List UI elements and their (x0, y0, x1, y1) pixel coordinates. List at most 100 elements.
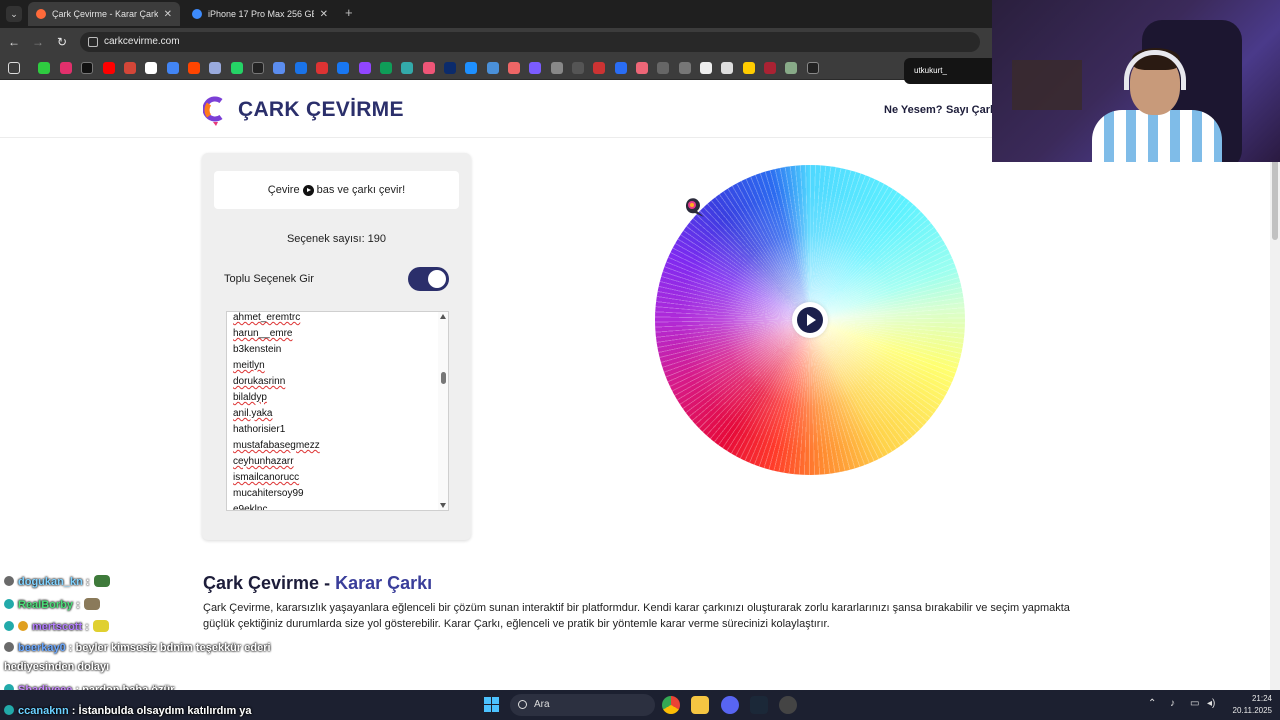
discord-icon[interactable] (721, 696, 739, 714)
bookmark-icon[interactable] (60, 62, 72, 74)
chat-badge-icon (4, 576, 14, 586)
list-item: b3kenstein (233, 344, 282, 355)
app-icon[interactable] (779, 696, 797, 714)
clock-date: 20.11.2025 (1232, 706, 1272, 715)
section-title: Çark Çevirme - Karar Çarkı (203, 573, 432, 594)
display-icon[interactable]: ▭ (1190, 698, 1199, 709)
scroll-down-icon[interactable] (440, 503, 446, 508)
wheel-pointer-icon (685, 198, 704, 217)
instruction-text-after: bas ve çarkı çevir! (316, 184, 406, 196)
bookmark-icon[interactable] (401, 62, 413, 74)
chat-text: hediyesinden dolayı (4, 661, 110, 673)
bookmark-icon[interactable] (785, 62, 797, 74)
bookmark-icon[interactable] (743, 62, 755, 74)
tab-search-dropdown-icon[interactable]: ⌄ (6, 6, 22, 22)
bookmark-icon[interactable] (103, 62, 115, 74)
bookmark-icon[interactable] (636, 62, 648, 74)
bookmark-icon[interactable] (487, 62, 499, 74)
steam-icon[interactable] (750, 696, 768, 714)
bookmark-icon[interactable] (679, 62, 691, 74)
tray-chevron-icon[interactable]: ⌃ (1148, 698, 1156, 709)
bookmark-icon[interactable] (167, 62, 179, 74)
wheel-hub (792, 302, 828, 338)
list-scrollbar[interactable] (438, 312, 448, 510)
nav-link-ne-yesem[interactable]: Ne Yesem? (884, 104, 943, 116)
close-tab-icon[interactable]: ✕ (320, 9, 328, 20)
bookmark-icon[interactable] (551, 62, 563, 74)
options-panel: Çevire bas ve çarkı çevir! Seçenek sayıs… (202, 153, 471, 540)
bookmark-icon[interactable] (380, 62, 392, 74)
favicon-icon (36, 9, 46, 19)
back-icon[interactable]: ← (6, 34, 22, 50)
forward-icon[interactable]: → (30, 34, 46, 50)
apps-icon[interactable] (8, 62, 20, 74)
bookmark-icon[interactable] (188, 62, 200, 74)
bookmark-icon[interactable] (721, 62, 733, 74)
options-textarea[interactable]: ahmet_eremtrc harun__emre b3kenstein mei… (226, 311, 449, 511)
file-explorer-icon[interactable] (691, 696, 709, 714)
spin-instruction: Çevire bas ve çarkı çevir! (214, 171, 459, 209)
bookmark-icon[interactable] (81, 62, 93, 74)
taskbar-clock[interactable]: 21:24 20.11.2025 (1228, 693, 1272, 717)
section-paragraph: Çark Çevirme, kararsızlık yaşayanlara eğ… (203, 602, 1070, 630)
webcam-username-tag: utkukurt_ (904, 58, 992, 84)
bookmark-icon[interactable] (657, 62, 669, 74)
bookmark-icon[interactable] (252, 62, 264, 74)
bookmark-icon[interactable] (337, 62, 349, 74)
bookmark-icon[interactable] (529, 62, 541, 74)
chat-badge-icon (4, 599, 14, 609)
bookmark-icon[interactable] (508, 62, 520, 74)
bookmark-icon[interactable] (423, 62, 435, 74)
chat-badge-icon (4, 642, 14, 652)
scroll-up-icon[interactable] (440, 314, 446, 319)
chat-message: ccanaknn : İstanbulda olsaydım katılırdı… (4, 705, 252, 717)
volume-icon[interactable]: ◂) (1207, 698, 1215, 709)
bookmark-icon[interactable] (295, 62, 307, 74)
site-info-icon[interactable] (88, 37, 98, 47)
bookmark-icon[interactable] (124, 62, 136, 74)
spin-button[interactable] (797, 307, 823, 333)
bookmark-icon[interactable] (145, 62, 157, 74)
list-item: ismailcanorucc (233, 472, 300, 483)
bookmark-icon[interactable] (700, 62, 712, 74)
bookmark-icon[interactable] (807, 62, 819, 74)
reload-icon[interactable]: ↻ (54, 34, 70, 50)
chat-username: mertscott (32, 621, 83, 633)
tab-iphone[interactable]: iPhone 17 Pro Max 256 GB Abi... ✕ (184, 2, 336, 26)
bookmark-icon[interactable] (38, 62, 50, 74)
bookmark-icon[interactable] (572, 62, 584, 74)
bookmark-icon[interactable] (231, 62, 243, 74)
bulk-entry-toggle[interactable] (408, 267, 449, 291)
bookmark-icon[interactable] (209, 62, 221, 74)
list-item: ceyhunhazarr (233, 456, 294, 467)
webcam-person-jersey (1092, 110, 1222, 162)
page-scrollbar[interactable] (1270, 80, 1280, 690)
bookmark-icon[interactable] (444, 62, 456, 74)
webcam-overlay (992, 0, 1280, 162)
bookmark-icon[interactable] (465, 62, 477, 74)
site-logo-icon[interactable] (203, 96, 227, 126)
new-tab-button[interactable]: + (345, 6, 353, 20)
search-icon (518, 700, 527, 709)
bookmark-icon[interactable] (764, 62, 776, 74)
clock-time: 21:24 (1251, 694, 1272, 703)
close-tab-icon[interactable]: ✕ (164, 9, 172, 20)
chrome-icon[interactable] (662, 696, 680, 714)
bookmark-icon[interactable] (273, 62, 285, 74)
bookmark-icon[interactable] (316, 62, 328, 74)
list-item: harun__emre (233, 328, 293, 339)
list-item: dorukasrinn (233, 376, 286, 387)
windows-start-icon[interactable] (484, 697, 500, 713)
address-bar[interactable]: carkcevirme.com (80, 32, 980, 52)
bookmark-icon[interactable] (593, 62, 605, 74)
bookmark-icon[interactable] (359, 62, 371, 74)
chat-badge-icon (4, 621, 14, 631)
scroll-thumb[interactable] (441, 372, 446, 384)
chat-text: : İstanbulda olsaydım katılırdım ya (68, 705, 252, 717)
bookmark-icon[interactable] (615, 62, 627, 74)
chat-message: mertscott : (4, 620, 109, 633)
site-title[interactable]: ÇARK ÇEVİRME (238, 98, 404, 122)
taskbar-search[interactable]: Ara (510, 694, 655, 716)
microphone-icon[interactable]: ♪ (1170, 698, 1175, 709)
tab-cark-cevirme[interactable]: Çark Çevirme - Karar Çarkı ✕ (28, 2, 180, 26)
